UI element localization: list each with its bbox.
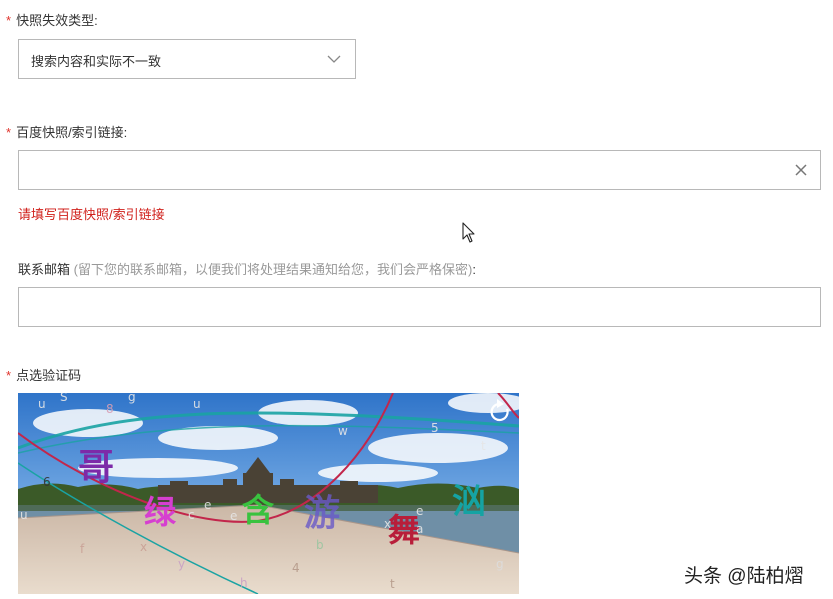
captcha-noise: t (390, 577, 395, 591)
captcha-noise: u (38, 397, 46, 411)
required-mark: * (6, 13, 12, 28)
close-icon[interactable] (794, 163, 808, 177)
captcha-noise: e (416, 504, 423, 518)
captcha-noise: w (338, 424, 348, 438)
captcha-noise: g (128, 393, 136, 404)
captcha-noise: b (316, 538, 324, 552)
captcha-char[interactable]: 汹 (452, 482, 486, 522)
captcha-char[interactable]: 游 (304, 493, 340, 534)
captcha-noise: u (20, 508, 28, 522)
captcha-noise: 5 (431, 421, 439, 435)
captcha-noise: 6 (43, 475, 51, 489)
snapshot-type-label: * 快照失效类型: (6, 13, 98, 28)
captcha-noise: x (140, 540, 147, 554)
captcha-noise: t (481, 439, 486, 453)
email-hint: (留下您的联系邮箱，以便我们将处理结果通知给您，我们会严格保密) (73, 262, 473, 277)
captcha-char[interactable]: 含 (242, 491, 275, 529)
captcha-noise: x (384, 517, 391, 531)
captcha-noise: y (178, 557, 185, 571)
required-mark: * (6, 368, 12, 383)
captcha-noise: g (496, 557, 504, 571)
captcha-noise: c (188, 508, 195, 522)
snapshot-link-error: 请填写百度快照/索引链接 (18, 207, 165, 222)
required-mark: * (6, 125, 12, 140)
captcha-noise: u (193, 397, 201, 411)
captcha-noise: 8 (106, 402, 114, 416)
snapshot-link-input[interactable] (18, 150, 821, 190)
captcha-noise: S (60, 393, 68, 404)
mouse-cursor-icon (462, 222, 475, 243)
snapshot-link-label: * 百度快照/索引链接: (6, 125, 128, 140)
captcha-char[interactable]: 哥 (78, 447, 114, 488)
captcha-noise: h (240, 576, 248, 590)
watermark: 头条 @陆柏熠 (684, 566, 804, 587)
snapshot-type-select[interactable]: 搜索内容和实际不一致 (18, 39, 356, 79)
captcha-image[interactable]: 哥 绿 含 游 舞 汹 u S 8 g u w 5 t 6 u e c e x … (18, 393, 519, 594)
captcha-label: * 点选验证码 (6, 368, 82, 383)
captcha-noise: e (204, 498, 211, 512)
snapshot-type-value: 搜索内容和实际不一致 (31, 54, 162, 69)
captcha-noise: 4 (292, 561, 300, 575)
email-label: 联系邮箱 (留下您的联系邮箱，以便我们将处理结果通知给您，我们会严格保密): (18, 262, 476, 277)
captcha-noise: e (230, 509, 237, 523)
chevron-down-icon (327, 55, 341, 63)
captcha-char[interactable]: 绿 (144, 493, 177, 531)
captcha-noise: a (416, 522, 423, 536)
email-input[interactable] (18, 287, 821, 327)
